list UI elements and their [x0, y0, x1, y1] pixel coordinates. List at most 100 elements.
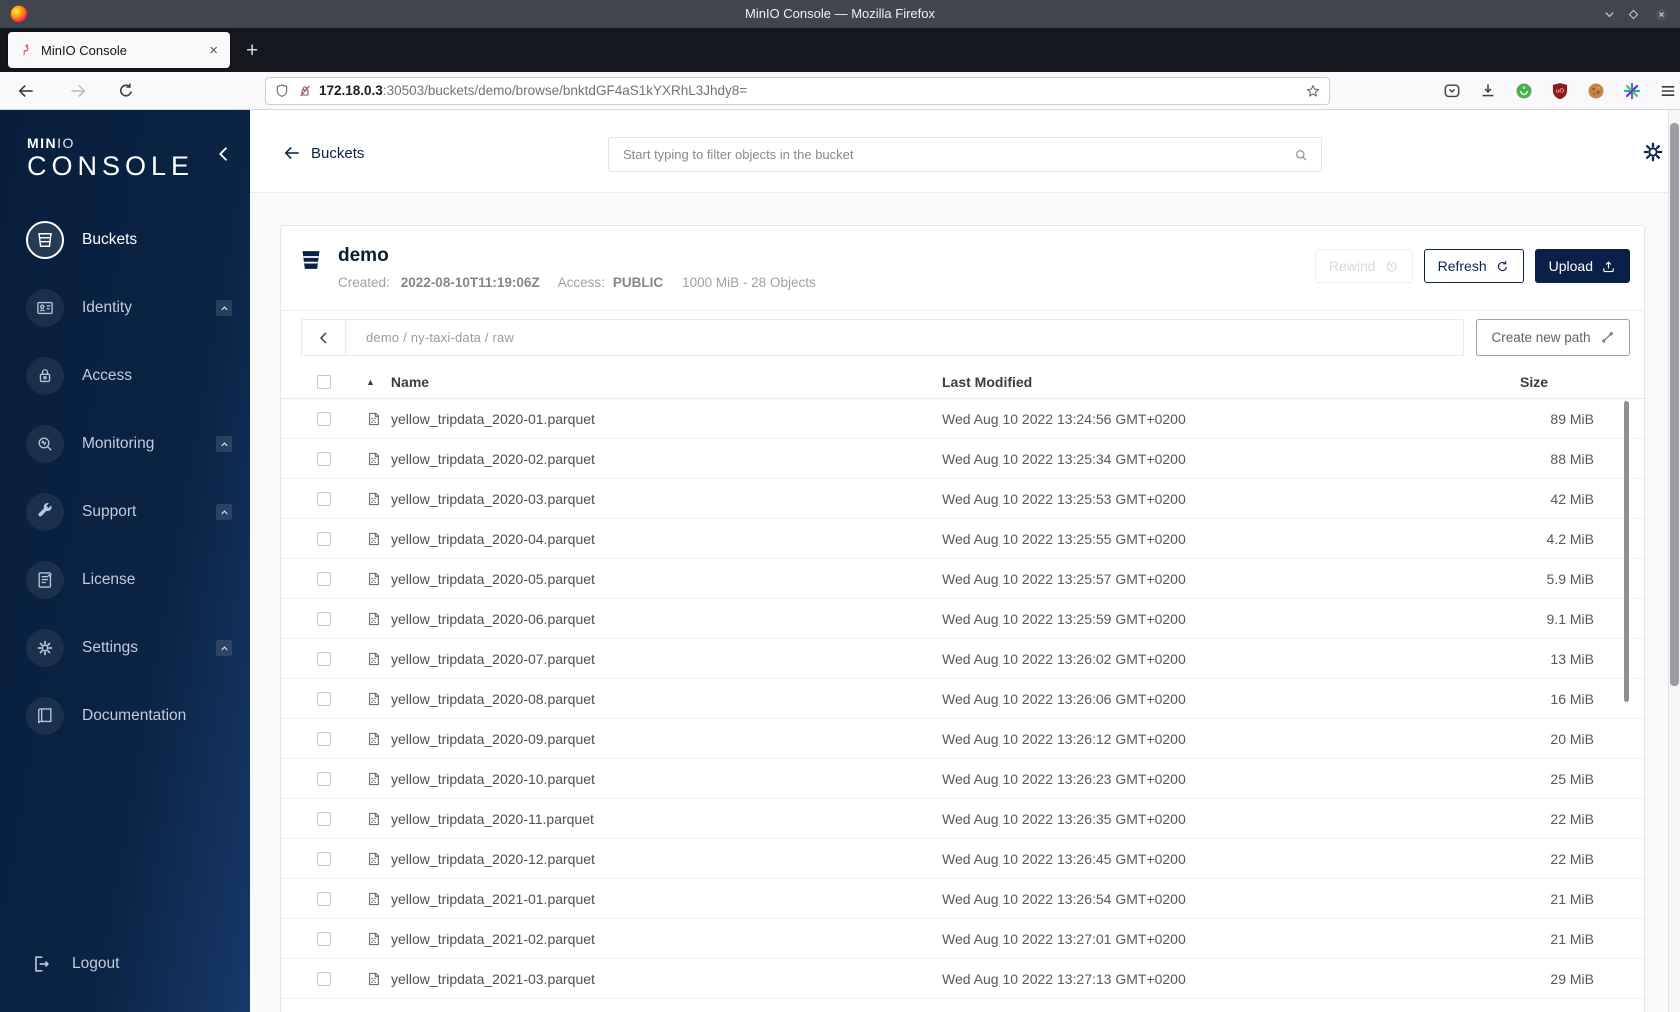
row-checkbox[interactable] — [317, 491, 331, 506]
page-scrollbar-thumb[interactable] — [1670, 123, 1679, 686]
sidebar-item-buckets[interactable]: Buckets — [0, 212, 250, 268]
bookmark-star-icon[interactable] — [1305, 83, 1321, 99]
table-row[interactable]: yellow_tripdata_2020-11.parquet Wed Aug … — [281, 799, 1644, 839]
parquet-file-icon — [366, 491, 382, 507]
url-bar[interactable]: 172.18.0.3:30503/buckets/demo/browse/bnk… — [265, 76, 1330, 105]
object-last-modified: Wed Aug 10 2022 13:26:02 GMT+0200 — [942, 650, 1186, 667]
path-icon — [1600, 330, 1615, 345]
chevron-up-icon[interactable] — [216, 504, 232, 520]
table-row[interactable]: yellow_tripdata_2021-03.parquet Wed Aug … — [281, 959, 1644, 999]
object-name-cell: yellow_tripdata_2020-03.parquet — [345, 491, 942, 507]
object-name: yellow_tripdata_2020-07.parquet — [391, 650, 595, 667]
table-row[interactable]: yellow_tripdata_2020-09.parquet Wed Aug … — [281, 719, 1644, 759]
settings-gear-button[interactable] — [1640, 139, 1666, 165]
window-maximize-icon[interactable] — [1624, 5, 1642, 23]
sidebar-item-settings[interactable]: Settings — [0, 620, 250, 676]
row-checkbox[interactable] — [317, 931, 331, 946]
object-last-modified: Wed Aug 10 2022 13:25:57 GMT+0200 — [942, 570, 1186, 587]
object-size: 29 MiB — [1550, 970, 1594, 987]
sidebar-item-access[interactable]: Access — [0, 348, 250, 404]
chevron-up-icon[interactable] — [216, 300, 232, 316]
forward-button[interactable] — [66, 79, 90, 103]
row-checkbox[interactable] — [317, 531, 331, 546]
chevron-up-icon[interactable] — [216, 436, 232, 452]
access-value: PUBLIC — [612, 274, 664, 290]
row-checkbox[interactable] — [317, 971, 331, 986]
table-row[interactable]: yellow_tripdata_2020-08.parquet Wed Aug … — [281, 679, 1644, 719]
table-row[interactable]: yellow_tripdata_2021-02.parquet Wed Aug … — [281, 919, 1644, 959]
browser-tab[interactable]: MinIO Console × — [8, 32, 230, 68]
path-back-chevron[interactable] — [302, 320, 346, 355]
object-last-modified: Wed Aug 10 2022 13:26:06 GMT+0200 — [942, 690, 1186, 707]
sidebar-item-support[interactable]: Support — [0, 484, 250, 540]
url-path: :30503/buckets/demo/browse/bnktdGF4aS1kY… — [382, 83, 748, 98]
table-row[interactable]: yellow_tripdata_2020-07.parquet Wed Aug … — [281, 639, 1644, 679]
back-to-buckets-link[interactable]: Buckets — [282, 143, 364, 163]
window-close-button[interactable] — [1652, 5, 1670, 23]
row-checkbox[interactable] — [317, 611, 331, 626]
sidebar-item-identity[interactable]: Identity — [0, 280, 250, 336]
table-row[interactable]: yellow_tripdata_2020-01.parquet Wed Aug … — [281, 399, 1644, 439]
minio-favicon — [23, 43, 29, 55]
asterisk-extension-icon[interactable] — [1620, 79, 1644, 103]
support-icon — [26, 493, 64, 531]
insecure-lock-icon[interactable] — [297, 83, 313, 99]
sidebar-collapse-icon[interactable] — [214, 144, 234, 164]
table-row-partial[interactable] — [281, 999, 1644, 1012]
pocket-icon[interactable] — [1440, 79, 1464, 103]
sidebar-item-logout[interactable]: Logout — [0, 942, 250, 986]
tracking-shield-icon[interactable] — [274, 83, 290, 99]
row-checkbox[interactable] — [317, 451, 331, 466]
name-header[interactable]: ▲ Name — [345, 374, 942, 390]
refresh-button[interactable]: Refresh — [1423, 249, 1524, 283]
window-shade-icon[interactable] — [1600, 5, 1618, 23]
rewind-button[interactable]: Rewind — [1314, 249, 1413, 283]
object-name: yellow_tripdata_2021-03.parquet — [391, 970, 595, 987]
new-tab-button[interactable]: + — [246, 40, 258, 61]
table-row[interactable]: yellow_tripdata_2020-04.parquet Wed Aug … — [281, 519, 1644, 559]
table-row[interactable]: yellow_tripdata_2020-05.parquet Wed Aug … — [281, 559, 1644, 599]
row-checkbox[interactable] — [317, 571, 331, 586]
upload-button[interactable]: Upload — [1534, 249, 1630, 283]
sidebar-item-monitoring[interactable]: Monitoring — [0, 416, 250, 472]
access-label: Access: — [557, 274, 605, 290]
row-checkbox[interactable] — [317, 891, 331, 906]
tab-close-button[interactable]: × — [207, 42, 220, 59]
table-row[interactable]: yellow_tripdata_2020-10.parquet Wed Aug … — [281, 759, 1644, 799]
tab-strip: MinIO Console × + — [0, 28, 1680, 72]
sidebar-item-documentation[interactable]: Documentation — [0, 688, 250, 744]
table-scrollbar-thumb[interactable] — [1624, 401, 1629, 702]
browser-toolbar: 172.18.0.3:30503/buckets/demo/browse/bnk… — [0, 72, 1680, 110]
sidebar-item-label: Monitoring — [82, 435, 155, 452]
object-size: 13 MiB — [1550, 650, 1594, 667]
back-button[interactable] — [14, 79, 38, 103]
downloads-icon[interactable] — [1476, 79, 1500, 103]
tab-title: MinIO Console — [41, 42, 127, 58]
rewind-label: Rewind — [1328, 258, 1376, 274]
cookie-extension-icon[interactable] — [1584, 79, 1608, 103]
table-row[interactable]: yellow_tripdata_2020-12.parquet Wed Aug … — [281, 839, 1644, 879]
size-header: Size — [1519, 373, 1548, 390]
reload-button[interactable] — [114, 79, 138, 103]
table-row[interactable]: yellow_tripdata_2020-03.parquet Wed Aug … — [281, 479, 1644, 519]
row-checkbox[interactable] — [317, 691, 331, 706]
row-checkbox[interactable] — [317, 651, 331, 666]
chevron-up-icon[interactable] — [216, 640, 232, 656]
row-checkbox[interactable] — [317, 811, 331, 826]
menu-hamburger-icon[interactable] — [1656, 79, 1680, 103]
table-row[interactable]: yellow_tripdata_2021-01.parquet Wed Aug … — [281, 879, 1644, 919]
row-checkbox[interactable] — [317, 731, 331, 746]
row-checkbox[interactable] — [317, 411, 331, 426]
table-row[interactable]: yellow_tripdata_2020-02.parquet Wed Aug … — [281, 439, 1644, 479]
search-input[interactable] — [621, 146, 1293, 163]
row-checkbox[interactable] — [317, 851, 331, 866]
extension-green-icon[interactable] — [1512, 79, 1536, 103]
object-size: 21 MiB — [1550, 890, 1594, 907]
sidebar-item-license[interactable]: License — [0, 552, 250, 608]
create-new-path-button[interactable]: Create new path — [1476, 319, 1630, 356]
table-row[interactable]: yellow_tripdata_2020-06.parquet Wed Aug … — [281, 599, 1644, 639]
row-checkbox[interactable] — [317, 771, 331, 786]
page-scrollbar-track[interactable] — [1668, 110, 1680, 1012]
select-all-checkbox[interactable] — [317, 374, 331, 389]
ublock-shield-icon[interactable]: uO — [1548, 79, 1572, 103]
